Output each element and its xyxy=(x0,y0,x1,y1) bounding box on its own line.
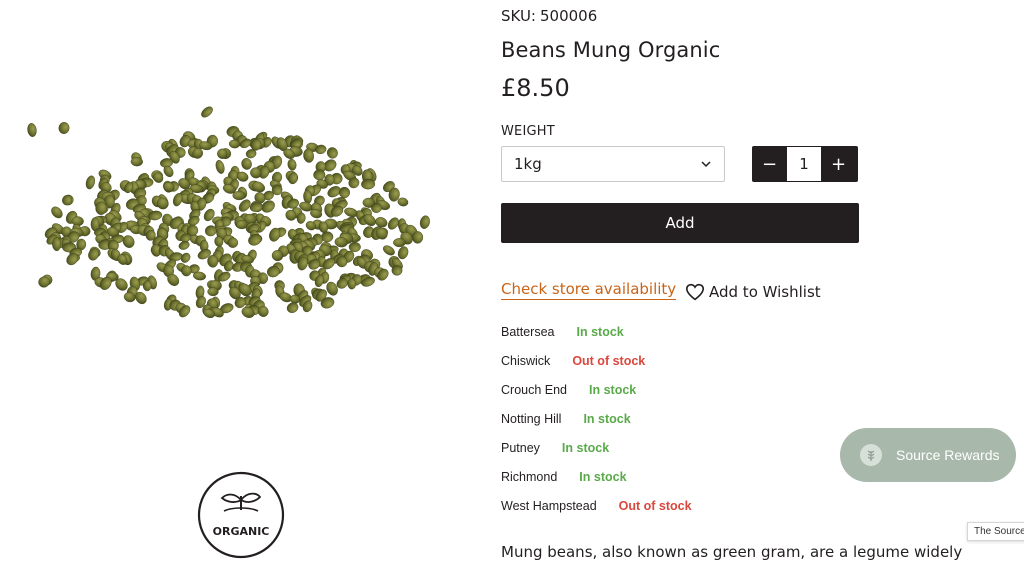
add-to-wishlist-button[interactable]: Add to Wishlist xyxy=(685,283,821,301)
stock-status: In stock xyxy=(561,440,610,455)
store-row: Notting Hill In stock xyxy=(501,404,801,433)
store-name: Crouch End xyxy=(501,382,568,397)
sku-label: SKU: xyxy=(501,7,536,25)
product-price: £8.50 xyxy=(501,74,570,102)
quantity-input[interactable]: 1 xyxy=(787,147,821,181)
heart-icon xyxy=(685,283,705,301)
stock-status: Out of stock xyxy=(618,498,692,513)
weight-select-value: 1kg xyxy=(514,155,542,173)
quantity-stepper: − 1 + xyxy=(752,146,858,182)
check-store-availability-link[interactable]: Check store availability xyxy=(501,280,677,300)
sku-value: 500006 xyxy=(540,7,598,25)
store-availability-list: Battersea In stock Chiswick Out of stock… xyxy=(501,317,801,520)
product-description: Mung beans, also known as green gram, ar… xyxy=(501,543,963,561)
store-row: Battersea In stock xyxy=(501,317,801,346)
store-row: West Hampstead Out of stock xyxy=(501,491,801,520)
product-image xyxy=(27,106,430,319)
store-name: Battersea xyxy=(501,324,555,339)
rewards-label: Source Rewards xyxy=(896,447,1000,463)
store-name: Putney xyxy=(501,440,540,455)
stock-status: In stock xyxy=(589,382,637,397)
store-name: West Hampstead xyxy=(501,498,597,513)
chevron-down-icon xyxy=(700,158,712,170)
product-title: Beans Mung Organic xyxy=(501,38,721,62)
store-row: Chiswick Out of stock xyxy=(501,346,801,375)
store-row: Richmond In stock xyxy=(501,462,801,491)
wheat-icon xyxy=(860,444,882,466)
source-rewards-button[interactable]: Source Rewards xyxy=(840,428,1016,482)
svg-text:ORGANIC: ORGANIC xyxy=(213,525,270,538)
store-name: Richmond xyxy=(501,469,558,484)
add-to-cart-button[interactable]: Add xyxy=(501,203,859,243)
organic-seedling-icon: ORGANIC xyxy=(197,471,285,559)
source-tag[interactable]: The Source xyxy=(967,522,1024,541)
stock-status: In stock xyxy=(583,411,631,426)
store-name: Chiswick xyxy=(501,353,551,368)
stock-status: In stock xyxy=(576,324,624,339)
weight-label: WEIGHT xyxy=(501,124,555,139)
product-image-column: ORGANIC xyxy=(0,0,470,562)
store-row: Crouch End In stock xyxy=(501,375,801,404)
sku: SKU: 500006 xyxy=(501,7,597,25)
stock-status: Out of stock xyxy=(572,353,646,368)
wishlist-label: Add to Wishlist xyxy=(709,283,821,301)
quantity-increase-button[interactable]: + xyxy=(821,146,856,182)
stock-status: In stock xyxy=(579,469,627,484)
quantity-decrease-button[interactable]: − xyxy=(752,146,787,182)
weight-select[interactable]: 1kg xyxy=(501,146,725,182)
store-name: Notting Hill xyxy=(501,411,562,426)
store-row: Putney In stock xyxy=(501,433,801,462)
